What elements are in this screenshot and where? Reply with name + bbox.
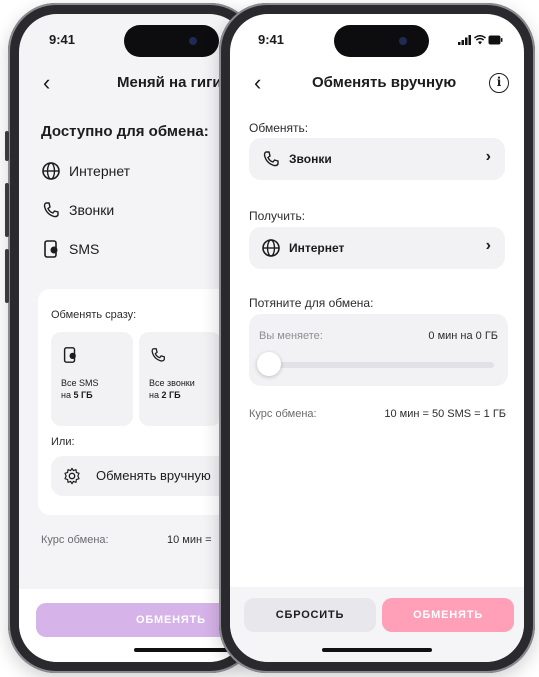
front-screen: 9:41 ‹ Обменять вручную i Обменять: Звон… bbox=[230, 14, 524, 662]
list-item-label: Интернет bbox=[69, 163, 131, 179]
tile-line2: на 2 ГБ bbox=[149, 390, 181, 400]
exchange-amount: 0 мин на 0 ГБ bbox=[428, 330, 498, 342]
rate-value: 10 мин = bbox=[167, 534, 212, 546]
gear-icon bbox=[64, 467, 80, 485]
rate-label: Курс обмена: bbox=[41, 534, 109, 546]
dynamic-island bbox=[334, 25, 429, 57]
signal-icon bbox=[458, 35, 471, 45]
chevron-right-icon: › bbox=[485, 237, 491, 254]
dynamic-island bbox=[124, 25, 219, 57]
manual-exchange-button[interactable]: Обменять вручную bbox=[51, 456, 247, 496]
slider-track[interactable] bbox=[266, 362, 494, 368]
home-indicator bbox=[322, 648, 432, 652]
globe-icon bbox=[262, 239, 280, 257]
give-label: Обменять: bbox=[249, 121, 309, 135]
tile-line2: на 5 ГБ bbox=[61, 390, 93, 400]
back-screen: 9:41 ‹ Меняй на гиги Доступно для обмена… bbox=[19, 14, 247, 662]
rate-label: Курс обмена: bbox=[249, 408, 317, 420]
or-label: Или: bbox=[51, 436, 75, 448]
back-chevron-icon[interactable]: ‹ bbox=[254, 70, 261, 96]
give-option-label: Звонки bbox=[289, 152, 332, 166]
tile-line1: Все звонки bbox=[149, 378, 195, 388]
sms-icon bbox=[63, 347, 76, 363]
manual-exchange-label: Обменять вручную bbox=[96, 468, 211, 483]
exchange-button[interactable]: ОБМЕНЯТЬ bbox=[36, 603, 247, 637]
status-bar: 9:41 bbox=[19, 14, 247, 64]
slider-knob[interactable] bbox=[257, 352, 281, 376]
tile-all-calls[interactable]: Все звонки на 2 ГБ bbox=[139, 332, 221, 426]
receive-label: Получить: bbox=[249, 209, 306, 223]
phone-icon bbox=[263, 151, 279, 167]
camera-dot bbox=[189, 37, 197, 45]
info-icon[interactable]: i bbox=[489, 73, 509, 93]
back-chevron-icon[interactable]: ‹ bbox=[43, 70, 50, 96]
sms-icon bbox=[44, 240, 58, 258]
side-button bbox=[5, 183, 9, 237]
reset-button[interactable]: СБРОСИТЬ bbox=[244, 598, 376, 632]
exchange-button[interactable]: ОБМЕНЯТЬ bbox=[382, 598, 514, 632]
phone-icon bbox=[43, 202, 59, 218]
receive-option-label: Интернет bbox=[289, 241, 345, 255]
exchange-caption: Вы меняете: bbox=[259, 330, 323, 342]
tile-all-sms[interactable]: Все SMS на 5 ГБ bbox=[51, 332, 133, 426]
chevron-right-icon: › bbox=[485, 148, 491, 165]
phone-icon bbox=[151, 348, 165, 362]
list-item-label: SMS bbox=[69, 241, 100, 257]
side-button bbox=[5, 249, 9, 303]
rate-value: 10 мин = 50 SMS = 1 ГБ bbox=[384, 408, 506, 420]
nav-bar: ‹ Обменять вручную i bbox=[230, 70, 524, 100]
status-time: 9:41 bbox=[49, 32, 76, 47]
globe-icon bbox=[42, 162, 60, 180]
battery-icon bbox=[488, 35, 503, 45]
list-item-label: Звонки bbox=[69, 202, 115, 218]
status-indicators bbox=[458, 35, 503, 45]
side-button bbox=[5, 131, 9, 161]
page-title: Обменять вручную bbox=[312, 74, 457, 91]
receive-select[interactable]: Интернет › bbox=[249, 227, 505, 269]
exchange-all-label: Обменять сразу: bbox=[51, 309, 137, 321]
available-heading: Доступно для обмена: bbox=[41, 123, 209, 140]
status-bar: 9:41 bbox=[230, 14, 524, 64]
status-time: 9:41 bbox=[258, 32, 285, 47]
front-phone-frame: 9:41 ‹ Обменять вручную i Обменять: Звон… bbox=[219, 3, 535, 673]
tile-line1: Все SMS bbox=[61, 378, 99, 388]
exchange-slider-card: Вы меняете: 0 мин на 0 ГБ bbox=[249, 314, 508, 386]
nav-bar: ‹ Меняй на гиги bbox=[19, 70, 247, 100]
page-title: Меняй на гиги bbox=[117, 74, 222, 91]
give-select[interactable]: Звонки › bbox=[249, 138, 505, 180]
wifi-icon bbox=[474, 35, 486, 45]
slider-label: Потяните для обмена: bbox=[249, 296, 374, 310]
camera-dot bbox=[399, 37, 407, 45]
